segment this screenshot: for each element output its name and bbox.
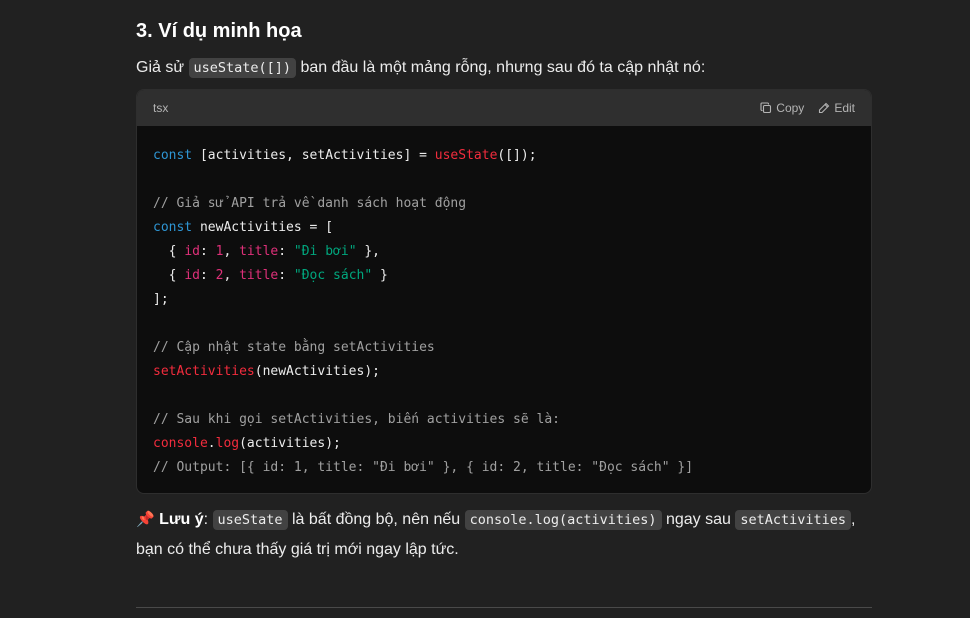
edit-label: Edit [834,101,855,115]
code-content: const [activities, setActivities] = useS… [137,126,871,480]
section-heading: 3. Ví dụ minh họa [136,20,302,42]
copy-button[interactable]: Copy [760,101,804,115]
code-line-12: // Sau khi gọi setActivities, biến activ… [153,412,560,427]
code-block-header: tsx Copy Edit [137,90,871,126]
inline-code-setactivities: setActivities [735,510,852,530]
note-label: Lưu ý [159,511,204,528]
intro-paragraph: Giả sử useState([]) ban đầu là một mảng … [136,57,872,79]
code-line-13: console.log(activities); [153,436,341,451]
code-line-10: setActivities(newActivities); [153,364,380,379]
code-line-9: // Cập nhật state bằng setActivities [153,340,435,355]
copy-label: Copy [776,101,805,115]
intro-text-after: ban đầu là một mảng rỗng, nhưng sau đó t… [296,59,706,76]
edit-button[interactable]: Edit [818,101,855,115]
intro-text-before: Giả sử [136,59,189,76]
code-line-5: { id: 1, title: "Đi bơi" }, [153,244,381,259]
edit-icon [819,102,830,114]
inline-code-console-log: console.log(activities) [464,510,662,530]
code-line-3: // Giả sử API trả về danh sách hoạt động [153,196,467,211]
code-language-label: tsx [153,101,169,115]
note-paragraph: 📌 Lưu ý: useState là bất đồng bộ, nên nế… [136,510,856,558]
code-line-7: ]; [153,292,169,307]
code-block: tsx Copy Edit const [activities, setActi… [136,89,872,494]
inline-code-usestate: useState([]) [188,58,297,78]
code-line-6: { id: 2, title: "Đọc sách" } [153,268,388,283]
inline-code-usestate-note: useState [212,510,288,530]
code-line-1: const [activities, setActivities] = useS… [153,148,537,163]
pin-icon: 📌 [136,511,155,528]
copy-icon [760,102,772,114]
code-line-4: const newActivities = [ [153,220,334,235]
divider [136,607,872,608]
code-actions: Copy Edit [760,101,855,115]
code-line-14: // Output: [{ id: 1, title: "Đi bơi" }, … [153,460,694,475]
